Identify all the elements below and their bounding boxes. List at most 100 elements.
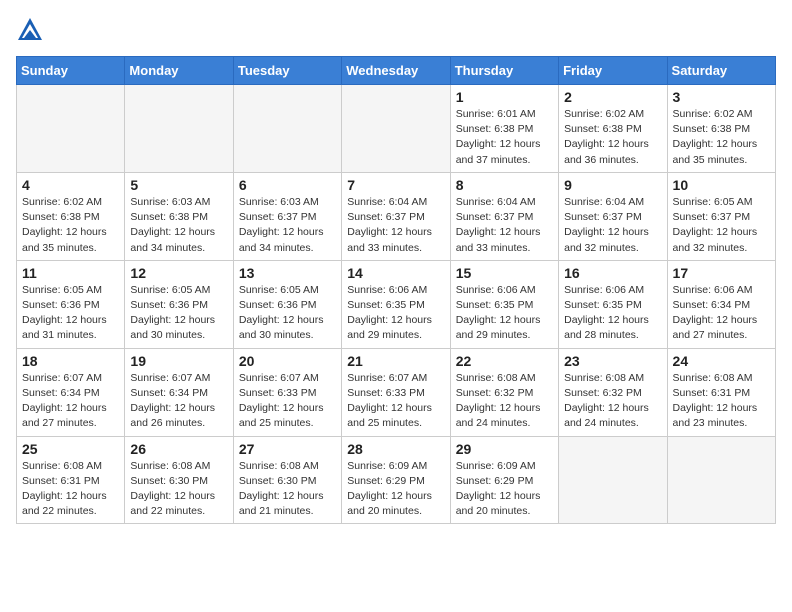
day-info: Sunrise: 6:06 AM Sunset: 6:35 PM Dayligh… [564, 283, 661, 344]
day-info: Sunrise: 6:05 AM Sunset: 6:36 PM Dayligh… [239, 283, 336, 344]
day-info: Sunrise: 6:09 AM Sunset: 6:29 PM Dayligh… [347, 459, 444, 520]
day-info: Sunrise: 6:08 AM Sunset: 6:30 PM Dayligh… [239, 459, 336, 520]
day-number: 8 [456, 177, 553, 193]
column-header-thursday: Thursday [450, 57, 558, 85]
day-info: Sunrise: 6:04 AM Sunset: 6:37 PM Dayligh… [456, 195, 553, 256]
day-info: Sunrise: 6:06 AM Sunset: 6:35 PM Dayligh… [456, 283, 553, 344]
day-number: 9 [564, 177, 661, 193]
day-number: 6 [239, 177, 336, 193]
calendar-cell: 15 Sunrise: 6:06 AM Sunset: 6:35 PM Dayli… [450, 260, 558, 348]
calendar-cell: 22 Sunrise: 6:08 AM Sunset: 6:32 PM Dayli… [450, 348, 558, 436]
day-info: Sunrise: 6:06 AM Sunset: 6:34 PM Dayligh… [673, 283, 770, 344]
calendar-cell [233, 85, 341, 173]
calendar-cell: 3 Sunrise: 6:02 AM Sunset: 6:38 PM Daylig… [667, 85, 775, 173]
calendar-cell: 11 Sunrise: 6:05 AM Sunset: 6:36 PM Dayli… [17, 260, 125, 348]
calendar-cell: 7Sunrise: 6:04 AM Sunset: 6:37 PM Daylig… [342, 172, 450, 260]
calendar-cell: 19Sunrise: 6:07 AM Sunset: 6:34 PM Dayli… [125, 348, 233, 436]
day-number: 15 [456, 265, 553, 281]
calendar-cell: 8 Sunrise: 6:04 AM Sunset: 6:37 PM Daylig… [450, 172, 558, 260]
day-info: Sunrise: 6:04 AM Sunset: 6:37 PM Dayligh… [564, 195, 661, 256]
day-info: Sunrise: 6:04 AM Sunset: 6:37 PM Dayligh… [347, 195, 444, 256]
day-info: Sunrise: 6:08 AM Sunset: 6:32 PM Dayligh… [564, 371, 661, 432]
calendar-cell: 6 Sunrise: 6:03 AM Sunset: 6:37 PM Daylig… [233, 172, 341, 260]
calendar-table: SundayMondayTuesdayWednesdayThursdayFrid… [16, 56, 776, 524]
calendar-cell [17, 85, 125, 173]
page-header [16, 16, 776, 44]
column-header-tuesday: Tuesday [233, 57, 341, 85]
day-number: 14 [347, 265, 444, 281]
day-number: 1 [456, 89, 553, 105]
day-info: Sunrise: 6:08 AM Sunset: 6:31 PM Dayligh… [673, 371, 770, 432]
calendar-cell: 2 Sunrise: 6:02 AM Sunset: 6:38 PM Daylig… [559, 85, 667, 173]
day-number: 12 [130, 265, 227, 281]
day-number: 19 [130, 353, 227, 369]
day-number: 18 [22, 353, 119, 369]
calendar-cell: 21 Sunrise: 6:07 AM Sunset: 6:33 PM Dayli… [342, 348, 450, 436]
calendar-cell [667, 436, 775, 524]
day-info: Sunrise: 6:06 AM Sunset: 6:35 PM Dayligh… [347, 283, 444, 344]
calendar-cell: 4 Sunrise: 6:02 AM Sunset: 6:38 PM Daylig… [17, 172, 125, 260]
calendar-cell [559, 436, 667, 524]
logo [16, 16, 48, 44]
day-number: 25 [22, 441, 119, 457]
day-info: Sunrise: 6:01 AM Sunset: 6:38 PM Dayligh… [456, 107, 553, 168]
calendar-cell: 24 Sunrise: 6:08 AM Sunset: 6:31 PM Dayli… [667, 348, 775, 436]
day-number: 4 [22, 177, 119, 193]
calendar-cell: 14 Sunrise: 6:06 AM Sunset: 6:35 PM Dayli… [342, 260, 450, 348]
calendar-cell: 17 Sunrise: 6:06 AM Sunset: 6:34 PM Dayli… [667, 260, 775, 348]
day-info: Sunrise: 6:05 AM Sunset: 6:36 PM Dayligh… [22, 283, 119, 344]
day-info: Sunrise: 6:07 AM Sunset: 6:33 PM Dayligh… [239, 371, 336, 432]
column-header-wednesday: Wednesday [342, 57, 450, 85]
day-info: Sunrise: 6:02 AM Sunset: 6:38 PM Dayligh… [673, 107, 770, 168]
day-info: Sunrise: 6:03 AM Sunset: 6:37 PM Dayligh… [239, 195, 336, 256]
day-number: 29 [456, 441, 553, 457]
day-number: 2 [564, 89, 661, 105]
day-number: 20 [239, 353, 336, 369]
day-number: 17 [673, 265, 770, 281]
day-number: 23 [564, 353, 661, 369]
calendar-cell: 10Sunrise: 6:05 AM Sunset: 6:37 PM Dayli… [667, 172, 775, 260]
calendar-cell: 9 Sunrise: 6:04 AM Sunset: 6:37 PM Daylig… [559, 172, 667, 260]
column-header-friday: Friday [559, 57, 667, 85]
calendar-cell: 16 Sunrise: 6:06 AM Sunset: 6:35 PM Dayli… [559, 260, 667, 348]
calendar-header-row: SundayMondayTuesdayWednesdayThursdayFrid… [17, 57, 776, 85]
day-info: Sunrise: 6:07 AM Sunset: 6:33 PM Dayligh… [347, 371, 444, 432]
day-info: Sunrise: 6:02 AM Sunset: 6:38 PM Dayligh… [22, 195, 119, 256]
column-header-sunday: Sunday [17, 57, 125, 85]
calendar-cell: 18 Sunrise: 6:07 AM Sunset: 6:34 PM Dayli… [17, 348, 125, 436]
day-number: 26 [130, 441, 227, 457]
day-number: 11 [22, 265, 119, 281]
day-number: 5 [130, 177, 227, 193]
calendar-cell [125, 85, 233, 173]
day-info: Sunrise: 6:05 AM Sunset: 6:36 PM Dayligh… [130, 283, 227, 344]
day-number: 24 [673, 353, 770, 369]
calendar-cell: 29Sunrise: 6:09 AM Sunset: 6:29 PM Dayli… [450, 436, 558, 524]
day-info: Sunrise: 6:07 AM Sunset: 6:34 PM Dayligh… [22, 371, 119, 432]
day-info: Sunrise: 6:08 AM Sunset: 6:31 PM Dayligh… [22, 459, 119, 520]
logo-icon [16, 16, 44, 44]
calendar-cell [342, 85, 450, 173]
calendar-week-row: 1 Sunrise: 6:01 AM Sunset: 6:38 PM Daylig… [17, 85, 776, 173]
column-header-saturday: Saturday [667, 57, 775, 85]
calendar-cell: 26 Sunrise: 6:08 AM Sunset: 6:30 PM Dayli… [125, 436, 233, 524]
calendar-cell: 23 Sunrise: 6:08 AM Sunset: 6:32 PM Dayli… [559, 348, 667, 436]
calendar-cell: 5 Sunrise: 6:03 AM Sunset: 6:38 PM Daylig… [125, 172, 233, 260]
day-info: Sunrise: 6:03 AM Sunset: 6:38 PM Dayligh… [130, 195, 227, 256]
day-number: 22 [456, 353, 553, 369]
day-info: Sunrise: 6:08 AM Sunset: 6:30 PM Dayligh… [130, 459, 227, 520]
calendar-cell: 12 Sunrise: 6:05 AM Sunset: 6:36 PM Dayli… [125, 260, 233, 348]
day-info: Sunrise: 6:08 AM Sunset: 6:32 PM Dayligh… [456, 371, 553, 432]
day-number: 27 [239, 441, 336, 457]
calendar-cell: 27 Sunrise: 6:08 AM Sunset: 6:30 PM Dayli… [233, 436, 341, 524]
calendar-cell: 28 Sunrise: 6:09 AM Sunset: 6:29 PM Dayli… [342, 436, 450, 524]
day-number: 16 [564, 265, 661, 281]
calendar-week-row: 11 Sunrise: 6:05 AM Sunset: 6:36 PM Dayli… [17, 260, 776, 348]
day-number: 21 [347, 353, 444, 369]
day-number: 28 [347, 441, 444, 457]
calendar-cell: 20 Sunrise: 6:07 AM Sunset: 6:33 PM Dayli… [233, 348, 341, 436]
calendar-cell: 1 Sunrise: 6:01 AM Sunset: 6:38 PM Daylig… [450, 85, 558, 173]
calendar-cell: 25 Sunrise: 6:08 AM Sunset: 6:31 PM Dayli… [17, 436, 125, 524]
calendar-week-row: 18 Sunrise: 6:07 AM Sunset: 6:34 PM Dayli… [17, 348, 776, 436]
day-info: Sunrise: 6:02 AM Sunset: 6:38 PM Dayligh… [564, 107, 661, 168]
day-number: 3 [673, 89, 770, 105]
